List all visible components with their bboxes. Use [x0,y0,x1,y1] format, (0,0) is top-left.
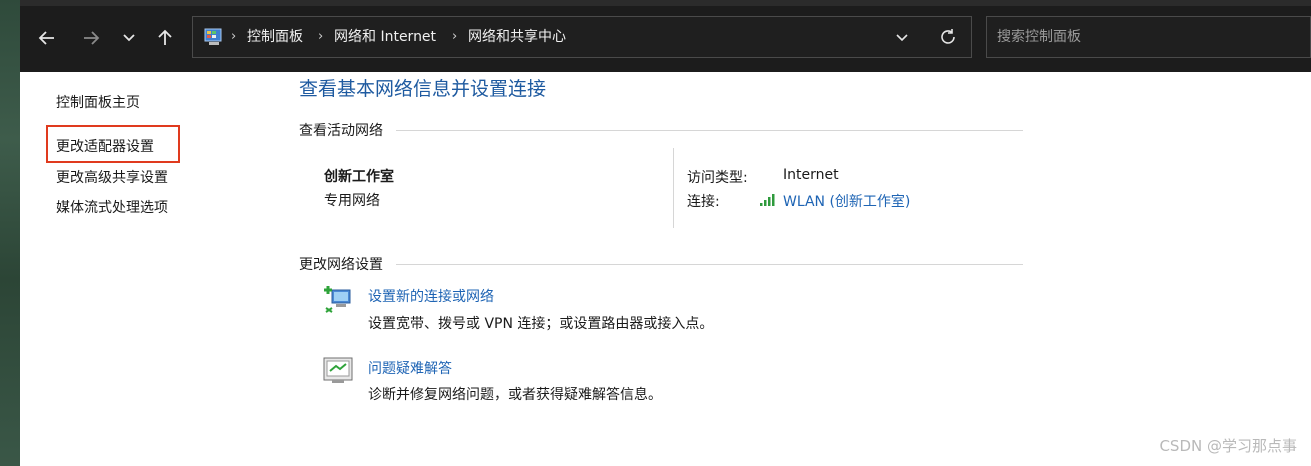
breadcrumb-separator: › [231,29,237,44]
watermark: CSDN @学习那点事 [1159,437,1297,455]
network-type[interactable]: 专用网络 [324,190,380,210]
control-panel-icon [204,28,222,45]
breadcrumb-separator: › [452,29,458,44]
connection-label: 连接: [687,194,720,210]
network-setup-icon [324,286,351,313]
sidebar-item-media-streaming[interactable]: 媒体流式处理选项 [56,197,168,217]
troubleshoot-icon [323,357,353,383]
background-desktop-strip [0,0,20,466]
forward-button[interactable] [76,23,106,53]
sidebar-item-change-adapter-settings[interactable]: 更改适配器设置 [56,136,154,156]
address-bar[interactable]: › 控制面板 › 网络和 Internet › 网络和共享中心 [192,16,972,58]
wifi-signal-icon [760,194,775,206]
sidebar-item-control-panel-home[interactable]: 控制面板主页 [56,92,140,112]
network-name: 创新工作室 [324,169,394,185]
content-area [20,72,1311,466]
sidebar-item-advanced-sharing[interactable]: 更改高级共享设置 [56,167,168,187]
divider [673,148,674,228]
wlan-connection-link[interactable]: WLAN (创新工作室) [783,191,910,211]
recent-locations-button[interactable] [114,23,144,53]
chevron-down-icon [123,34,135,42]
refresh-icon[interactable] [939,28,957,46]
access-type-label: 访问类型: [687,170,748,186]
back-button[interactable] [32,23,62,53]
troubleshoot-problems-link[interactable]: 问题疑难解答 [368,358,452,378]
access-type-value: Internet [783,167,839,183]
breadcrumb-separator: › [318,29,324,44]
up-arrow-icon [158,29,172,45]
back-arrow-icon [38,31,54,45]
forward-arrow-icon [84,31,100,45]
setup-new-connection-link[interactable]: 设置新的连接或网络 [368,286,494,306]
page-title: 查看基本网络信息并设置连接 [299,78,547,100]
troubleshoot-description: 诊断并修复网络问题，或者获得疑难解答信息。 [368,387,662,403]
setup-new-connection-description: 设置宽带、拨号或 VPN 连接；或设置路由器或接入点。 [368,316,714,332]
breadcrumb-network-sharing-center[interactable]: 网络和共享中心 [468,17,566,57]
divider [396,130,1023,131]
address-dropdown-icon[interactable] [895,31,909,45]
divider [396,264,1023,265]
up-button[interactable] [150,23,180,53]
breadcrumb-control-panel[interactable]: 控制面板 [247,17,303,57]
search-input[interactable]: 搜索控制面板 [986,16,1311,58]
navigation-toolbar: › 控制面板 › 网络和 Internet › 网络和共享中心 搜索控制面板 [20,6,1311,72]
breadcrumb-network-internet[interactable]: 网络和 Internet [334,17,436,57]
active-networks-heading: 查看活动网络 [299,123,383,139]
change-settings-heading: 更改网络设置 [299,257,383,273]
